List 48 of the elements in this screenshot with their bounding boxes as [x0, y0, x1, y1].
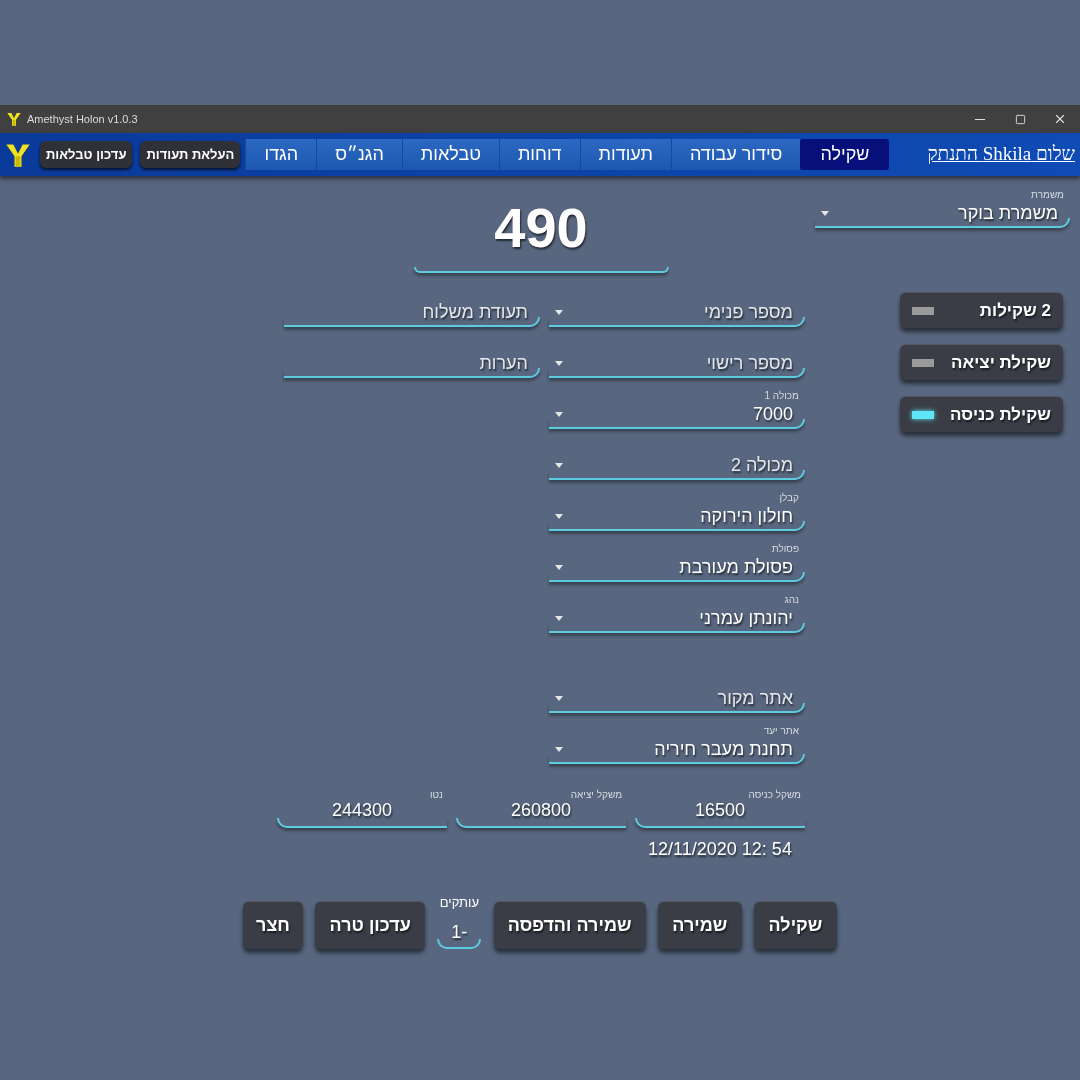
maximize-icon: [1014, 113, 1026, 125]
dropdown-field[interactable]: קבלן חולון הירוקה: [549, 493, 805, 531]
dropdown-field[interactable]: מספר פנימי: [549, 289, 805, 327]
caret-icon: [555, 615, 563, 621]
tab[interactable]: הגדו: [245, 139, 317, 170]
dropdown-field[interactable]: פסולת פסולת מעורבת: [549, 544, 805, 582]
caret-icon: [555, 513, 563, 519]
text-field[interactable]: הערות: [284, 340, 540, 378]
action-button[interactable]: שמירה: [657, 900, 742, 949]
text-field[interactable]: תעודת משלוח: [284, 289, 540, 327]
dropdown-field[interactable]: מספר רישוי: [549, 340, 805, 378]
copies-field[interactable]: 1-: [437, 916, 482, 949]
caret-icon: [555, 564, 563, 570]
toolbar-button[interactable]: העלאת תעודות: [140, 141, 241, 168]
mode-toggle[interactable]: שקילת כניסה: [900, 396, 1063, 432]
timestamp: 12/11/2020 12: 54: [647, 838, 793, 861]
window-title: Amethyst Holon v1.0.3: [27, 111, 138, 127]
toolbar-button[interactable]: עדכון טבלאות: [40, 141, 133, 168]
weight-reading: 490: [494, 196, 588, 260]
action-button[interactable]: עדכון טרה: [315, 900, 426, 949]
action-button[interactable]: שמירה והדפסה: [493, 900, 646, 949]
tab[interactable]: הגנ״ס: [316, 139, 402, 170]
caret-icon: [555, 746, 563, 752]
caret-icon: [555, 309, 563, 315]
copies-label: עותקים: [439, 894, 479, 912]
minimize-icon: [975, 118, 985, 120]
dropdown-field[interactable]: מכולה 2: [549, 442, 805, 480]
tab[interactable]: טבלאות: [401, 139, 499, 170]
tab[interactable]: תעודות: [579, 139, 671, 170]
caret-icon: [821, 210, 829, 216]
mode-toggle[interactable]: 2 שקילות: [900, 292, 1063, 328]
tab[interactable]: סידור עבודה: [670, 139, 801, 170]
action-button[interactable]: שקילה: [753, 900, 837, 949]
logout-link[interactable]: שלום Shkila התנתק: [927, 140, 1075, 169]
dropdown-field[interactable]: נהג יהונתן עמרני: [549, 595, 805, 633]
caret-icon: [555, 360, 563, 366]
caret-icon: [555, 411, 563, 417]
dropdown-field[interactable]: משמרת משמרת בוקר: [815, 190, 1070, 228]
tab[interactable]: שקילה: [800, 139, 890, 170]
dropdown-field[interactable]: אתר יעד תחנת מעבר חיריה: [549, 726, 805, 764]
action-button[interactable]: חצר: [243, 900, 303, 949]
logo-icon: [6, 111, 22, 127]
caret-icon: [555, 695, 563, 701]
dropdown-field[interactable]: אתר מקור: [549, 675, 805, 713]
caret-icon: [555, 462, 563, 468]
tab[interactable]: דוחות: [498, 139, 580, 170]
close-icon: [1053, 112, 1067, 126]
mode-toggle[interactable]: שקילת יציאה: [900, 344, 1063, 380]
